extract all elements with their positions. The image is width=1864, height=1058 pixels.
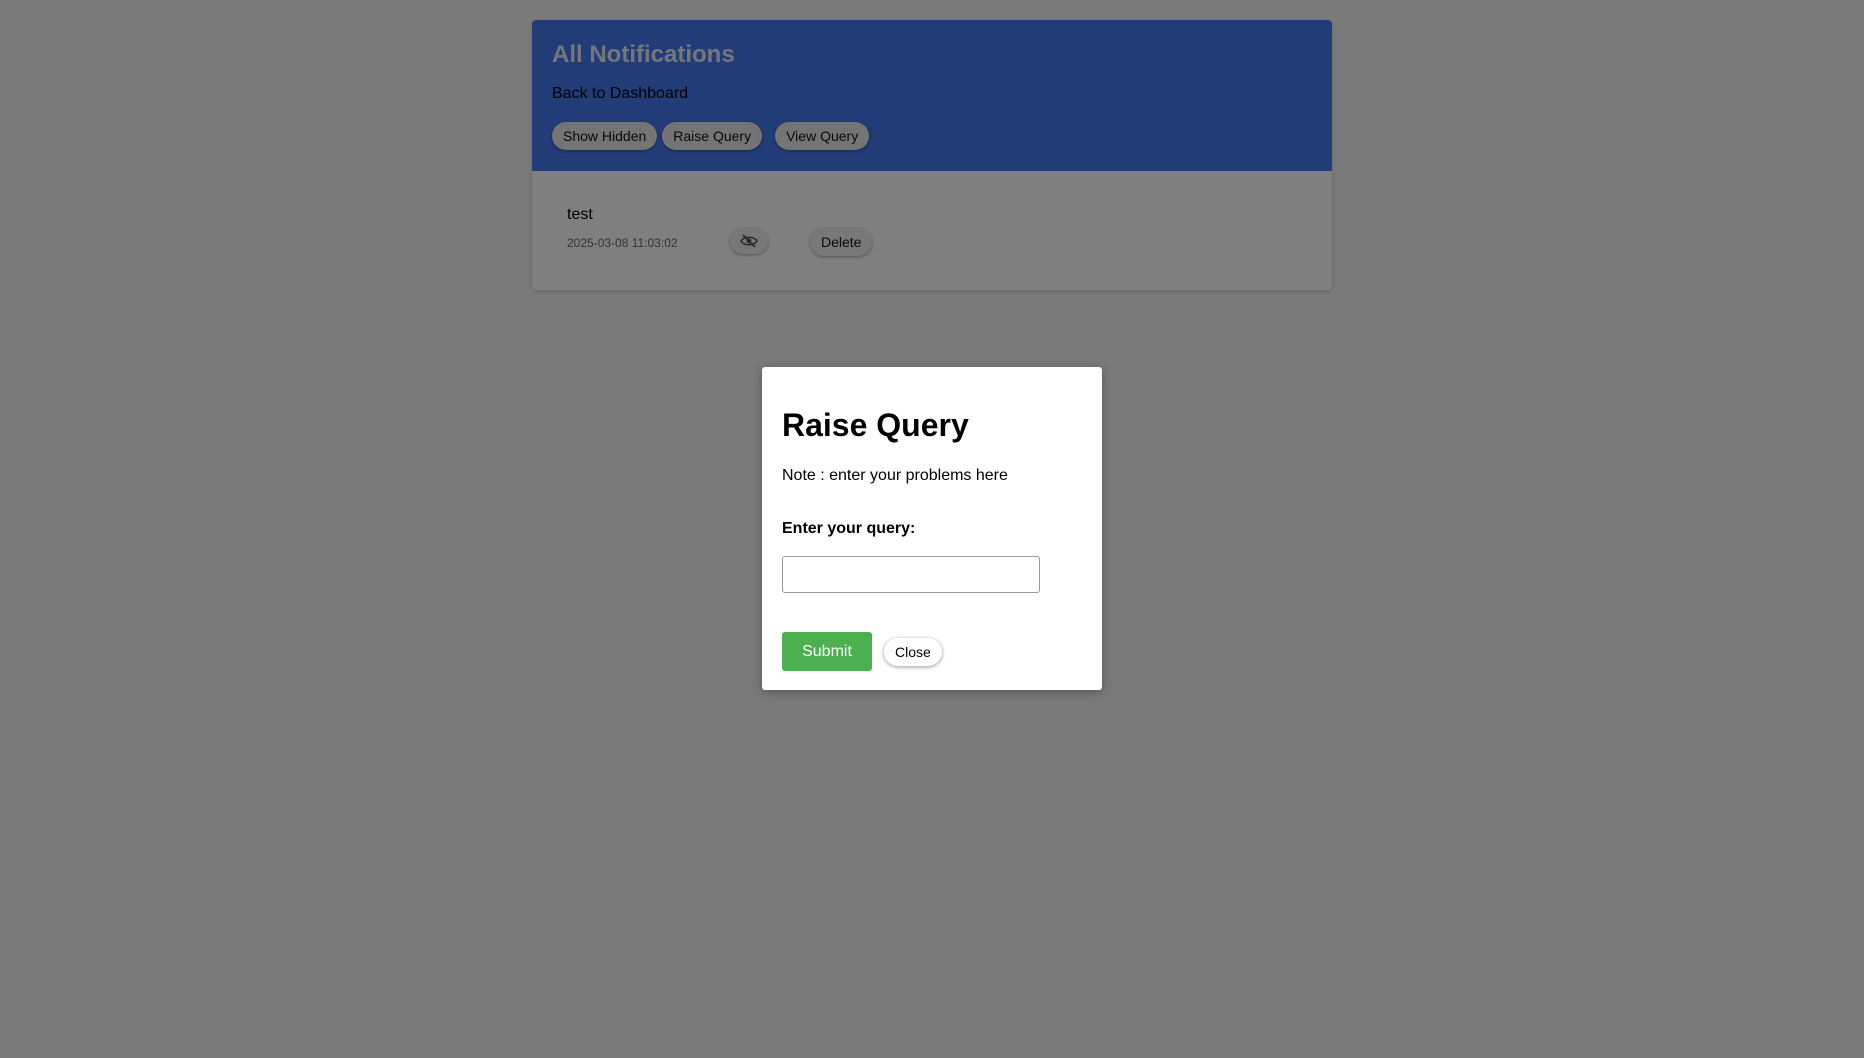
submit-button[interactable]: Submit [782,632,872,671]
query-label: Enter your query: [782,520,916,537]
raise-query-modal: Raise Query Note : enter your problems h… [762,367,1102,690]
modal-note: Note : enter your problems here [782,467,1008,484]
query-input[interactable] [782,556,1040,593]
close-button[interactable]: Close [884,638,942,666]
modal-title: Raise Query [782,407,969,443]
